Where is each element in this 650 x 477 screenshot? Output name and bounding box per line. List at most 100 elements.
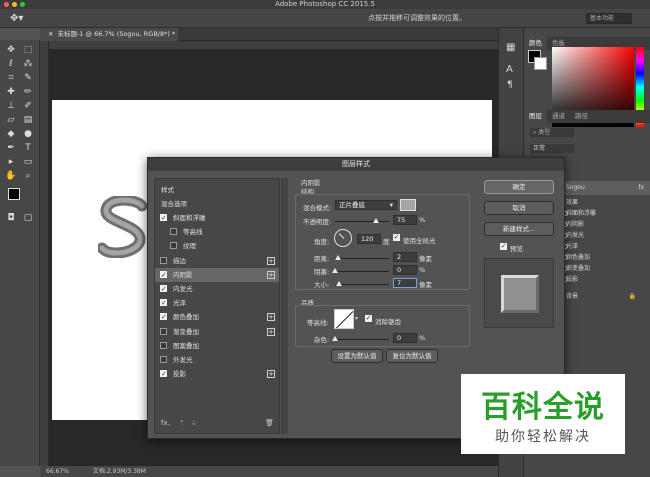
add-style-icon[interactable]: + bbox=[267, 313, 275, 322]
angle-dial[interactable] bbox=[334, 229, 352, 247]
chevron-down-icon[interactable]: ▾ bbox=[355, 315, 358, 322]
set-default-button[interactable]: 设置为默认值 bbox=[331, 349, 383, 363]
close-window-icon[interactable] bbox=[4, 2, 9, 7]
contour-picker[interactable] bbox=[334, 309, 354, 329]
antialias-checkbox[interactable]: ✓ bbox=[365, 315, 372, 322]
style-checkbox[interactable] bbox=[160, 327, 167, 335]
dodge-icon[interactable]: ● bbox=[21, 128, 35, 140]
hand-icon[interactable]: ✋ bbox=[4, 170, 18, 182]
choke-slider-knob[interactable] bbox=[332, 268, 338, 273]
crop-icon[interactable]: ⌗ bbox=[4, 72, 18, 84]
shadow-color-swatch[interactable] bbox=[400, 199, 416, 211]
size-slider-knob[interactable] bbox=[336, 281, 342, 286]
distance-slider-knob[interactable] bbox=[335, 255, 341, 260]
choke-slider[interactable] bbox=[332, 268, 389, 273]
angle-input[interactable]: 120 bbox=[357, 234, 381, 244]
eraser-icon[interactable]: ▱ bbox=[4, 114, 18, 126]
tab-color[interactable]: 颜色 bbox=[524, 37, 547, 50]
rectangle-icon[interactable]: ▭ bbox=[21, 156, 35, 168]
workspace-select[interactable]: 基本功能 bbox=[586, 13, 632, 24]
add-style-icon[interactable]: + bbox=[267, 327, 275, 336]
add-style-icon[interactable]: + bbox=[267, 270, 275, 279]
style-checkbox[interactable] bbox=[160, 268, 167, 282]
fx-menu-button[interactable]: fx. bbox=[161, 419, 170, 427]
type-icon[interactable]: T bbox=[21, 142, 35, 154]
move-up-icon[interactable]: ⇡ bbox=[179, 419, 185, 427]
choke-input[interactable]: 0 bbox=[393, 265, 417, 275]
style-checkbox[interactable] bbox=[160, 356, 167, 363]
zoom-window-icon[interactable] bbox=[20, 2, 25, 7]
new-style-button[interactable]: 新建样式... bbox=[484, 222, 554, 236]
style-checkbox[interactable] bbox=[170, 228, 177, 236]
healing-brush-icon[interactable]: ✚ bbox=[4, 86, 18, 98]
style-item[interactable]: 内阴影 + bbox=[155, 267, 279, 282]
style-checkbox[interactable] bbox=[160, 282, 167, 296]
style-list-scrollbar[interactable] bbox=[281, 178, 288, 434]
history-icon[interactable]: ▦ bbox=[506, 42, 515, 53]
screen-mode-icon[interactable]: ▢ bbox=[21, 212, 35, 224]
eyedropper-icon[interactable]: ✎ bbox=[21, 72, 35, 84]
zoom-icon[interactable]: ⌕ bbox=[21, 170, 35, 182]
panel-background-color[interactable] bbox=[534, 57, 547, 70]
size-input[interactable]: 7 bbox=[393, 278, 417, 288]
global-light-checkbox[interactable]: ✓ bbox=[393, 234, 400, 241]
distance-slider[interactable] bbox=[335, 255, 389, 260]
style-item[interactable]: 斜面和浮雕 bbox=[155, 211, 279, 225]
layer-blend-mode[interactable]: 正常 bbox=[530, 144, 574, 153]
style-checkbox[interactable] bbox=[160, 341, 167, 349]
style-checkbox[interactable] bbox=[160, 367, 167, 381]
clone-stamp-icon[interactable]: ⊥ bbox=[4, 100, 18, 112]
close-tab-icon[interactable]: ✕ bbox=[48, 30, 53, 38]
quick-mask-icon[interactable]: ◘ bbox=[4, 212, 18, 224]
reset-default-button[interactable]: 复位为默认值 bbox=[386, 349, 438, 363]
noise-slider-knob[interactable] bbox=[332, 336, 338, 341]
path-select-icon[interactable]: ▸ bbox=[4, 156, 18, 168]
blur-icon[interactable]: ◆ bbox=[4, 128, 18, 140]
blend-mode-select[interactable]: 正片叠底 ▾ bbox=[335, 200, 397, 210]
document-tab[interactable]: ✕ 未标题-1 @ 66.7% (Sogou, RGB/8*) * bbox=[40, 28, 178, 41]
distance-input[interactable]: 2 bbox=[393, 252, 417, 262]
style-item[interactable]: 等高线 bbox=[155, 225, 279, 239]
tab-paths[interactable]: 路径 bbox=[570, 110, 593, 123]
history-brush-icon[interactable]: ✐ bbox=[21, 100, 35, 112]
style-item[interactable]: 纹理 bbox=[155, 239, 279, 253]
layer-kind-filter[interactable]: ⌕ 类型 bbox=[530, 128, 574, 137]
opacity-input[interactable]: 75 bbox=[393, 215, 417, 225]
style-checkbox[interactable] bbox=[160, 256, 167, 264]
tab-channels[interactable]: 通道 bbox=[547, 110, 570, 123]
minimize-window-icon[interactable] bbox=[12, 2, 17, 7]
magic-wand-icon[interactable]: ⁂ bbox=[21, 58, 35, 70]
move-down-icon[interactable]: ⇣ bbox=[191, 419, 197, 427]
blend-options-item[interactable]: 混合选项 bbox=[155, 197, 279, 211]
size-slider[interactable] bbox=[335, 281, 389, 286]
brush-icon[interactable]: ✏ bbox=[21, 86, 35, 98]
style-item[interactable]: 描边 + bbox=[155, 254, 279, 268]
add-style-icon[interactable]: + bbox=[267, 256, 275, 265]
ok-button[interactable]: 确定 bbox=[484, 180, 554, 194]
noise-slider[interactable] bbox=[332, 336, 389, 341]
style-item[interactable]: 内发光 bbox=[155, 282, 279, 296]
gradient-icon[interactable]: ▤ bbox=[21, 114, 35, 126]
opacity-slider[interactable] bbox=[335, 218, 389, 223]
style-checkbox[interactable] bbox=[160, 296, 167, 310]
style-item[interactable]: 颜色叠加 + bbox=[155, 310, 279, 324]
noise-input[interactable]: 0 bbox=[393, 333, 417, 343]
foreground-color[interactable] bbox=[8, 188, 20, 200]
move-icon[interactable]: ✥ bbox=[4, 44, 18, 56]
lasso-icon[interactable]: ℓ bbox=[4, 58, 18, 70]
pen-icon[interactable]: ✒ bbox=[4, 142, 18, 154]
character-icon[interactable]: A bbox=[506, 64, 513, 75]
trash-icon[interactable]: 🗑 bbox=[265, 419, 274, 427]
preview-checkbox[interactable]: ✓ bbox=[500, 243, 507, 250]
style-item[interactable]: 外发光 bbox=[155, 353, 279, 367]
color-swatches[interactable] bbox=[8, 188, 28, 208]
style-item[interactable]: 光泽 bbox=[155, 296, 279, 310]
paragraph-icon[interactable]: ¶ bbox=[507, 80, 513, 90]
add-style-icon[interactable]: + bbox=[267, 370, 275, 379]
style-item[interactable]: 图案叠加 bbox=[155, 339, 279, 353]
style-checkbox[interactable] bbox=[160, 310, 167, 324]
marquee-icon[interactable]: ⬚ bbox=[21, 44, 35, 56]
styles-header[interactable]: 样式 bbox=[155, 183, 279, 197]
style-item[interactable]: 投影 + bbox=[155, 367, 279, 381]
tab-layers[interactable]: 图层 bbox=[524, 110, 547, 123]
